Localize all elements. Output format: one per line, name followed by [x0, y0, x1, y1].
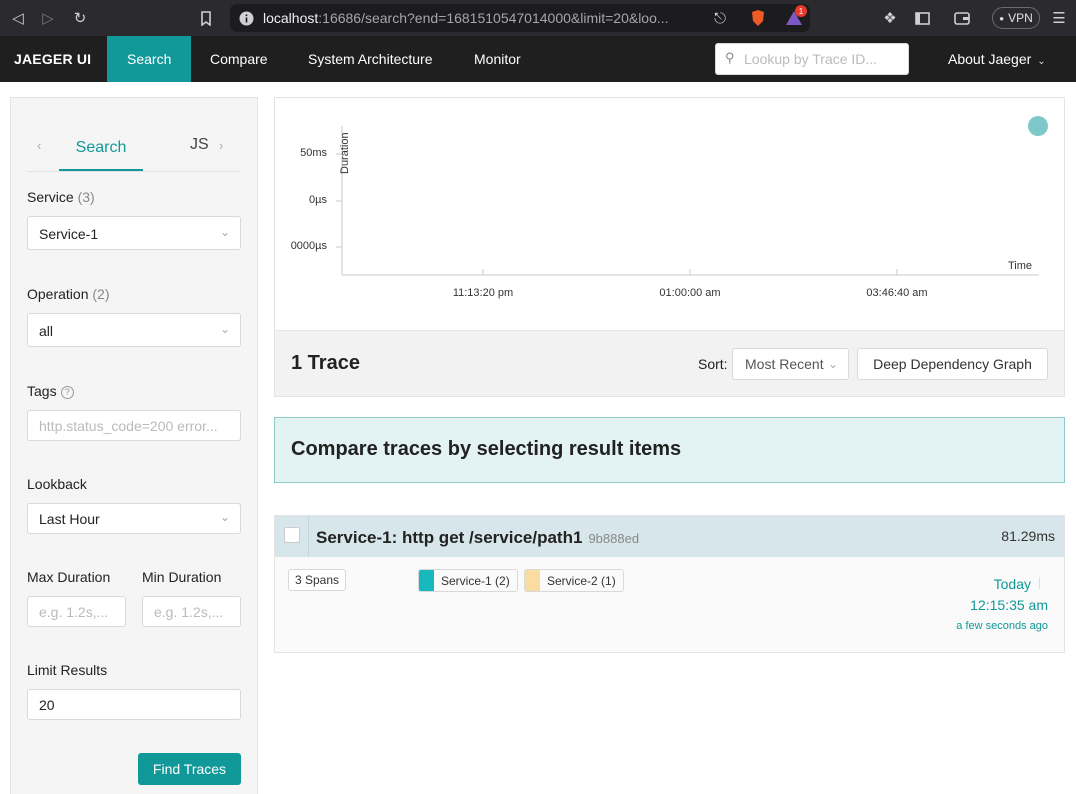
service-color-swatch [419, 570, 434, 591]
trace-title[interactable]: Service-1: http get /service/path1 9b888e… [316, 528, 639, 548]
trace-id-lookup: ⚲ [715, 43, 909, 75]
service-select[interactable]: Service-1 ⌄ [27, 216, 241, 250]
search-icon: ⚲ [725, 50, 735, 65]
chevron-down-icon: ⌄ [1037, 56, 1046, 67]
sort-select[interactable]: Most Recent ⌄ [732, 348, 849, 380]
nav-compare[interactable]: Compare [190, 36, 288, 82]
tab-next-icon[interactable]: › [219, 138, 223, 153]
divider [1039, 577, 1040, 589]
brand-logo[interactable]: JAEGER UI [14, 51, 91, 67]
operation-select[interactable]: all ⌄ [27, 313, 241, 347]
service-label: Service (3) [27, 189, 95, 205]
x-tick-label: 01:00:00 am [659, 287, 721, 299]
sidebar-toggle-icon[interactable] [912, 8, 932, 28]
trace-result-header[interactable]: Service-1: http get /service/path1 9b888e… [275, 516, 1064, 557]
wallet-icon[interactable] [952, 8, 972, 28]
chevron-down-icon: ⌄ [219, 322, 230, 336]
service-tag: Service-1 (2) [418, 569, 518, 592]
tab-js[interactable]: JS [190, 136, 209, 154]
trace-count: 1 Trace [291, 352, 360, 374]
service-color-swatch [525, 570, 540, 591]
tab-search[interactable]: Search [59, 126, 143, 171]
notification-badge: 1 [795, 5, 807, 17]
compare-banner-text: Compare traces by selecting result items [291, 438, 682, 460]
trace-id: 9b888ed [588, 531, 640, 546]
y-axis-label: Duration [339, 132, 351, 174]
nav-search[interactable]: Search [107, 36, 192, 82]
lookback-select[interactable]: Last Hour ⌄ [27, 503, 241, 534]
chevron-down-icon: ⌄ [219, 510, 230, 524]
about-jaeger-menu[interactable]: About Jaeger ⌄ [948, 51, 1046, 67]
bookmark-icon[interactable] [196, 8, 216, 28]
trace-select-checkbox[interactable] [284, 527, 300, 543]
x-axis-label: Time [1008, 260, 1033, 272]
trace-id-input[interactable] [744, 51, 904, 67]
max-duration-label: Max Duration [27, 569, 111, 585]
top-navigation: JAEGER UI Search Compare System Architec… [0, 36, 1076, 82]
forward-icon[interactable]: ▷ [38, 8, 58, 28]
sort-label: Sort: [698, 356, 728, 372]
min-duration-input[interactable]: e.g. 1.2s,... [142, 596, 241, 627]
share-icon[interactable]: ⎋ [710, 8, 730, 28]
trace-scatter-plot: 50ms 0µs 0000µs 11:13:20 pm 01:00:00 am … [274, 97, 1065, 331]
operation-label: Operation (2) [27, 286, 110, 302]
tab-prev-icon[interactable]: ‹ [37, 138, 41, 153]
tags-label: Tags? [27, 383, 74, 399]
chevron-down-icon: ⌄ [219, 225, 230, 239]
lookback-label: Lookback [27, 476, 87, 492]
deep-dependency-graph-button[interactable]: Deep Dependency Graph [857, 348, 1048, 380]
trace-duration: 81.29ms [1001, 528, 1055, 544]
search-sidebar: ‹ Search JS › Service (3) Service-1 ⌄ Ope… [10, 97, 258, 794]
max-duration-input[interactable]: e.g. 1.2s,... [27, 596, 126, 627]
browser-toolbar: ◁ ▷ ↻ localhost:16686/search?end=1681510… [0, 0, 1076, 36]
y-tick-label: 50ms [300, 147, 327, 159]
divider [308, 516, 309, 557]
x-tick-label: 11:13:20 pm [452, 287, 514, 299]
tags-input[interactable]: http.status_code=200 error... [27, 410, 241, 441]
service-tag: Service-2 (1) [524, 569, 624, 592]
site-info-icon[interactable] [236, 8, 256, 28]
y-tick-label: 0µs [309, 194, 327, 206]
limit-results-input[interactable]: 20 [27, 689, 241, 720]
limit-results-label: Limit Results [27, 662, 108, 678]
menu-icon[interactable]: ☰ [1049, 8, 1069, 28]
results-header: 1 Trace Sort: Most Recent ⌄ Deep Dependen… [274, 331, 1065, 397]
nav-system-architecture[interactable]: System Architecture [288, 36, 453, 82]
brave-shield-icon[interactable] [748, 8, 768, 28]
span-count-tag: 3 Spans [288, 569, 347, 591]
vpn-button[interactable]: ● VPN [992, 7, 1040, 29]
back-icon[interactable]: ◁ [8, 8, 28, 28]
url-text: localhost:16686/search?end=1681510547014… [263, 10, 669, 26]
search-tabs: ‹ Search JS › [27, 126, 241, 172]
x-tick-label: 03:46:40 am [866, 287, 928, 299]
trace-relative-time: a few seconds ago [956, 620, 1048, 632]
trace-time: 12:15:35 am [970, 597, 1048, 613]
find-traces-button[interactable]: Find Traces [138, 753, 241, 785]
y-tick-label: 0000µs [290, 240, 327, 252]
nav-monitor[interactable]: Monitor [454, 36, 541, 82]
extensions-icon[interactable]: ❖ [880, 8, 900, 28]
reload-icon[interactable]: ↻ [70, 8, 90, 28]
min-duration-label: Min Duration [142, 569, 222, 585]
help-icon[interactable]: ? [60, 385, 74, 399]
chevron-down-icon: ⌄ [827, 357, 838, 371]
compare-banner: Compare traces by selecting result items [274, 417, 1065, 483]
trace-point[interactable] [1028, 116, 1048, 136]
trace-date: Today [993, 576, 1031, 592]
trace-result-item: Service-1: http get /service/path1 9b888e… [274, 515, 1065, 653]
